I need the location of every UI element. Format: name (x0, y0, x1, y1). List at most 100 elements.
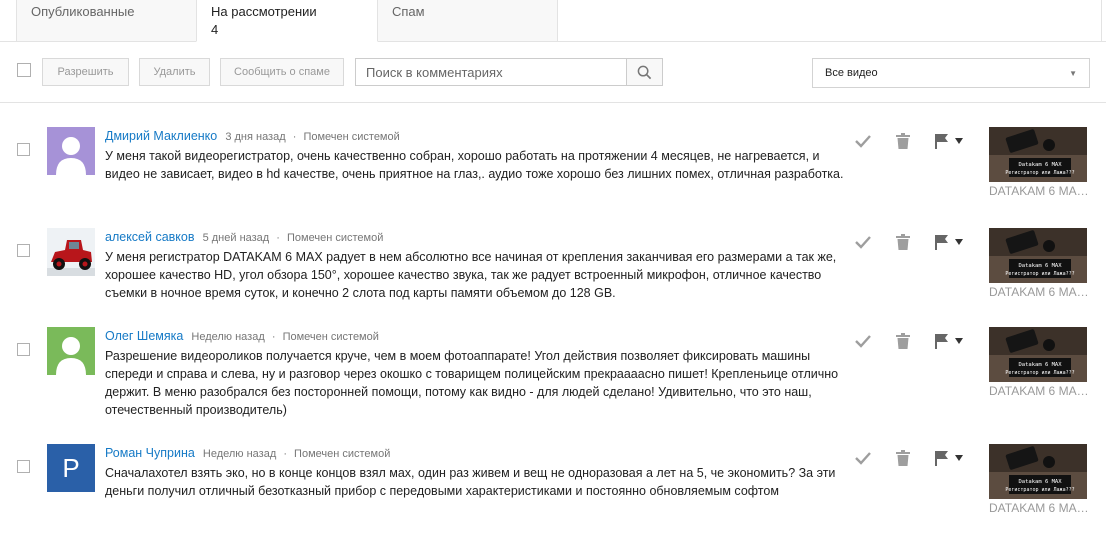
author-link[interactable]: алексей савков (105, 230, 195, 244)
flag-icon[interactable] (935, 133, 949, 149)
comment-text: У меня такой видеорегистратор, очень кач… (105, 149, 844, 181)
author-link[interactable]: Роман Чуприна (105, 446, 195, 460)
dashcam-thumbnail-image: Datakam 6 MAX Регистратор или Лажа??? (989, 444, 1087, 499)
thumbnail-caption-line1: Datakam 6 MAX (1018, 479, 1062, 485)
comment-actions (854, 133, 964, 153)
dashcam-thumbnail-image: Datakam 6 MAX Регистратор или Лажа??? (989, 228, 1087, 283)
comment-row: Олег Шемяка Неделю назад · Помечен систе… (0, 327, 1106, 427)
comment-actions (854, 450, 964, 470)
tab-pending-count: 4 (211, 22, 219, 37)
meta-separator: · (283, 448, 287, 460)
comment-checkbox[interactable] (17, 143, 30, 156)
thumbnail-caption-line1: Datakam 6 MAX (1018, 362, 1062, 368)
trash-icon[interactable] (896, 234, 910, 250)
comment-status: Помечен системой (303, 131, 400, 143)
video-title-link[interactable]: DATAKAM 6 MAX - Регистратор или Лажа??? (989, 285, 1094, 299)
comment-text: Разрешение видеороликов получается круче… (105, 349, 839, 417)
flag-icon[interactable] (935, 450, 949, 466)
tab-spam-label: Спам (392, 4, 425, 19)
comment-actions (854, 234, 964, 254)
thumbnail-caption-line1: Datakam 6 MAX (1018, 263, 1062, 269)
video-thumbnail[interactable]: Datakam 6 MAX Регистратор или Лажа??? (989, 444, 1087, 499)
avatar[interactable] (47, 127, 95, 175)
comment-status: Помечен системой (294, 448, 391, 460)
video-title-link[interactable]: DATAKAM 6 MAX - Регистратор или Лажа??? (989, 184, 1094, 198)
comment-time[interactable]: Неделю назад (191, 331, 264, 343)
thumbnail-caption-line2: Регистратор или Лажа??? (1005, 271, 1074, 277)
thumbnail-caption-line2: Регистратор или Лажа??? (1005, 370, 1074, 376)
avatar[interactable]: P (47, 444, 95, 492)
approve-button[interactable]: Разрешить (42, 58, 129, 86)
comment-text: У меня регистратор DATAKAM 6 MAX радует … (105, 250, 837, 300)
user-silhouette-icon (56, 137, 86, 175)
meta-separator: · (276, 232, 280, 244)
comment-checkbox[interactable] (17, 343, 30, 356)
avatar[interactable] (47, 327, 95, 375)
toolbar-divider (0, 102, 1106, 103)
search-button[interactable] (626, 58, 663, 86)
comment-meta: Дмирий Маклиенко 3 дня назад · Помечен с… (105, 129, 400, 143)
report-spam-button[interactable]: Сообщить о спаме (220, 58, 344, 86)
search-icon (637, 65, 652, 79)
meta-separator: · (292, 131, 297, 143)
comment-time[interactable]: 5 дней назад (203, 232, 270, 244)
tab-pending-label: На рассмотрении (211, 4, 317, 19)
avatar[interactable] (47, 228, 95, 276)
flag-icon[interactable] (935, 234, 949, 250)
check-icon[interactable] (854, 450, 872, 466)
avatar-letter: P (62, 452, 80, 483)
comment-status: Помечен системой (282, 331, 379, 343)
video-thumbnail[interactable]: Datakam 6 MAX Регистратор или Лажа??? (989, 327, 1087, 382)
chevron-down-icon[interactable] (955, 138, 963, 144)
panel-edge (1101, 0, 1102, 42)
select-all-checkbox[interactable] (17, 63, 31, 77)
chevron-down-icon[interactable] (955, 239, 963, 245)
comment-meta: алексей савков 5 дней назад · Помечен си… (105, 230, 383, 244)
tab-pending[interactable]: На рассмотрении 4 (196, 0, 378, 42)
comment-text: Сначалахотел взять эко, но в конце концо… (105, 466, 836, 498)
dashcam-thumbnail-image: Datakam 6 MAX Регистратор или Лажа??? (989, 127, 1087, 182)
red-car-avatar-image (47, 228, 95, 276)
trash-icon[interactable] (896, 450, 910, 466)
video-filter-select[interactable]: Все видео ▼ (812, 58, 1090, 88)
chevron-down-icon[interactable] (955, 338, 963, 344)
dashcam-thumbnail-image: Datakam 6 MAX Регистратор или Лажа??? (989, 327, 1087, 382)
delete-button[interactable]: Удалить (139, 58, 210, 86)
comment-meta: Роман Чуприна Неделю назад · Помечен сис… (105, 446, 390, 460)
moderation-toolbar: Разрешить Удалить Сообщить о спаме Все в… (0, 56, 1106, 88)
video-title-link[interactable]: DATAKAM 6 MAX - Регистратор или Лажа??? (989, 501, 1094, 515)
trash-icon[interactable] (896, 333, 910, 349)
video-thumbnail[interactable]: Datakam 6 MAX Регистратор или Лажа??? (989, 228, 1087, 283)
user-silhouette-icon (56, 337, 86, 375)
tab-bar: Опубликованные На рассмотрении 4 Спам (0, 0, 1106, 42)
video-filter-value: Все видео (825, 67, 878, 79)
comment-time[interactable]: 3 дня назад (225, 131, 285, 143)
check-icon[interactable] (854, 133, 872, 149)
check-icon[interactable] (854, 234, 872, 250)
check-icon[interactable] (854, 333, 872, 349)
comment-time[interactable]: Неделю назад (203, 448, 276, 460)
video-title-link[interactable]: DATAKAM 6 MAX - Регистратор или Лажа??? (989, 384, 1094, 398)
thumbnail-caption-line2: Регистратор или Лажа??? (1005, 170, 1074, 176)
chevron-down-icon[interactable] (955, 455, 963, 461)
meta-separator: · (271, 331, 276, 343)
video-thumbnail[interactable]: Datakam 6 MAX Регистратор или Лажа??? (989, 127, 1087, 182)
tab-spam[interactable]: Спам (377, 0, 558, 42)
chevron-down-icon: ▼ (1069, 68, 1077, 78)
tab-published[interactable]: Опубликованные (16, 0, 197, 42)
author-link[interactable]: Олег Шемяка (105, 329, 183, 343)
comment-row: Дмирий Маклиенко 3 дня назад · Помечен с… (0, 127, 1106, 227)
comment-checkbox[interactable] (17, 244, 30, 257)
comment-actions (854, 333, 964, 353)
flag-icon[interactable] (935, 333, 949, 349)
thumbnail-caption-line1: Datakam 6 MAX (1018, 162, 1062, 168)
thumbnail-caption-line2: Регистратор или Лажа??? (1005, 487, 1074, 493)
comment-status: Помечен системой (287, 232, 384, 244)
author-link[interactable]: Дмирий Маклиенко (105, 129, 217, 143)
comment-search-input[interactable] (355, 58, 627, 86)
comment-meta: Олег Шемяка Неделю назад · Помечен систе… (105, 329, 379, 343)
tab-published-label: Опубликованные (31, 4, 135, 19)
comment-row: алексей савков 5 дней назад · Помечен си… (0, 228, 1106, 328)
comment-checkbox[interactable] (17, 460, 30, 473)
trash-icon[interactable] (896, 133, 910, 149)
